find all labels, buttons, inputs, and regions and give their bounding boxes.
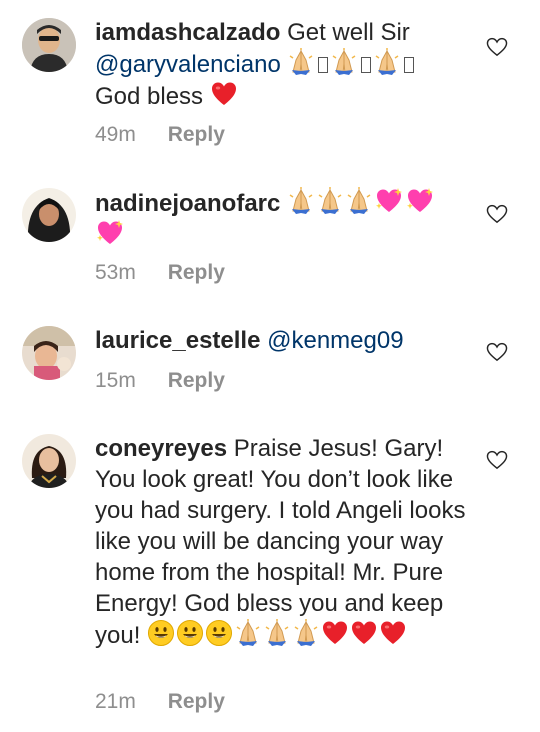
comment-username[interactable]: coneyreyes — [95, 435, 227, 462]
comment-time: 21m — [95, 690, 136, 713]
comment-body: coneyreyes Praise Jesus! Gary! You look … — [95, 433, 473, 651]
folded-hands-emoji — [316, 187, 344, 215]
comment-mention[interactable]: @garyvalenciano — [95, 51, 281, 78]
folded-hands-emoji — [373, 48, 401, 76]
red-heart-emoji — [321, 619, 349, 647]
grinning-face-emoji — [205, 619, 233, 647]
reply-button[interactable]: Reply — [168, 123, 225, 146]
reply-button[interactable]: Reply — [168, 369, 225, 392]
comment-time: 15m — [95, 369, 136, 392]
comment-meta: 49m Reply — [95, 123, 225, 147]
avatar[interactable] — [22, 434, 76, 488]
reply-button[interactable]: Reply — [168, 690, 225, 713]
reply-button[interactable]: Reply — [168, 261, 225, 284]
folded-hands-emoji — [345, 187, 373, 215]
like-heart-icon[interactable] — [486, 37, 508, 57]
missing-glyph-icon — [318, 57, 329, 73]
comment-meta: 15m Reply — [95, 369, 225, 393]
missing-glyph-icon — [404, 57, 415, 73]
folded-hands-emoji — [287, 48, 315, 76]
sparkling-heart-emoji — [95, 219, 125, 247]
sparkling-heart-emoji — [374, 187, 404, 215]
folded-hands-emoji — [234, 619, 262, 647]
grinning-face-emoji — [147, 619, 175, 647]
avatar[interactable] — [22, 188, 76, 242]
comment-body: nadinejoanofarc — [95, 187, 473, 251]
comment-time: 49m — [95, 123, 136, 146]
comment-meta: 21m Reply — [95, 690, 225, 714]
comment-body: iamdashcalzado Get well Sir @garyvalenci… — [95, 17, 473, 112]
like-heart-icon[interactable] — [486, 204, 508, 224]
comment-mention[interactable]: @kenmeg09 — [267, 327, 403, 354]
folded-hands-emoji — [263, 619, 291, 647]
comment-username[interactable]: nadinejoanofarc — [95, 190, 280, 217]
red-heart-emoji — [210, 80, 238, 108]
red-heart-emoji — [379, 619, 407, 647]
comment-meta: 53m Reply — [95, 261, 225, 285]
comment-username[interactable]: iamdashcalzado — [95, 19, 280, 46]
comment-text: Get well Sir — [287, 19, 410, 46]
comment-text: God bless — [95, 83, 204, 110]
like-heart-icon[interactable] — [486, 342, 508, 362]
folded-hands-emoji — [292, 619, 320, 647]
missing-glyph-icon — [361, 57, 372, 73]
comment-body: laurice_estelle @kenmeg09 — [95, 325, 473, 356]
red-heart-emoji — [350, 619, 378, 647]
folded-hands-emoji — [330, 48, 358, 76]
folded-hands-emoji — [287, 187, 315, 215]
comment-text: Praise Jesus! Gary! You look great! You … — [95, 435, 466, 649]
sparkling-heart-emoji — [405, 187, 435, 215]
like-heart-icon[interactable] — [486, 450, 508, 470]
avatar[interactable] — [22, 326, 76, 380]
comment-username[interactable]: laurice_estelle — [95, 327, 260, 354]
grinning-face-emoji — [176, 619, 204, 647]
comment-time: 53m — [95, 261, 136, 284]
avatar[interactable] — [22, 18, 76, 72]
